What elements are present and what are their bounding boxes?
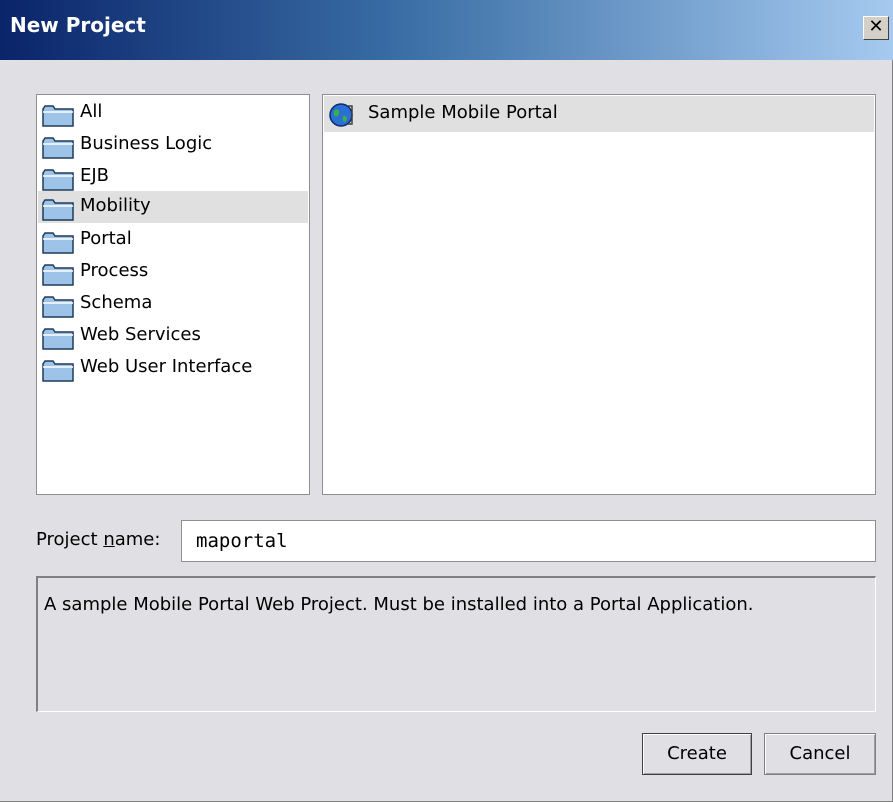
project-name-input[interactable] (181, 520, 876, 562)
project-name-label: Project name: (36, 529, 161, 550)
template-list[interactable]: Sample Mobile Portal (322, 94, 876, 495)
folder-icon (42, 199, 74, 221)
category-label: Web User Interface (80, 356, 253, 377)
category-item-schema[interactable]: Schema (38, 288, 308, 320)
category-label: Process (80, 260, 149, 281)
create-button[interactable]: Create (642, 733, 752, 775)
category-item-ejb[interactable]: EJB (38, 161, 308, 193)
new-project-dialog: New Project ✕ All Business Logic EJB Mob… (0, 0, 893, 802)
category-item-portal[interactable]: Portal (38, 224, 308, 256)
folder-icon (42, 169, 74, 191)
category-item-all[interactable]: All (38, 97, 308, 129)
category-item-web-user-interface[interactable]: Web User Interface (38, 352, 308, 384)
folder-icon (42, 232, 74, 254)
globe-icon (329, 103, 353, 127)
category-label: All (80, 101, 103, 122)
category-list[interactable]: All Business Logic EJB Mobility Portal P… (36, 94, 310, 495)
category-label: Portal (80, 228, 132, 249)
folder-icon (42, 264, 74, 286)
category-item-web-services[interactable]: Web Services (38, 320, 308, 352)
template-label: Sample Mobile Portal (368, 102, 558, 123)
dialog-title: New Project (10, 13, 146, 37)
category-item-business-logic[interactable]: Business Logic (38, 129, 308, 161)
category-label: EJB (80, 165, 110, 186)
folder-icon (42, 137, 74, 159)
close-icon[interactable]: ✕ (863, 16, 889, 40)
title-bar[interactable]: New Project ✕ (0, 0, 893, 60)
category-label: Schema (80, 292, 153, 313)
category-item-process[interactable]: Process (38, 256, 308, 288)
category-item-mobility[interactable]: Mobility (38, 191, 308, 223)
folder-icon (42, 328, 74, 350)
folder-icon (42, 105, 74, 127)
category-label: Web Services (80, 324, 201, 345)
cancel-button[interactable]: Cancel (764, 733, 876, 775)
folder-icon (42, 296, 74, 318)
category-label: Business Logic (80, 133, 213, 154)
folder-icon (42, 360, 74, 382)
project-description: A sample Mobile Portal Web Project. Must… (36, 576, 876, 712)
category-label: Mobility (80, 195, 151, 216)
template-item-sample-mobile-portal[interactable]: Sample Mobile Portal (324, 96, 874, 132)
